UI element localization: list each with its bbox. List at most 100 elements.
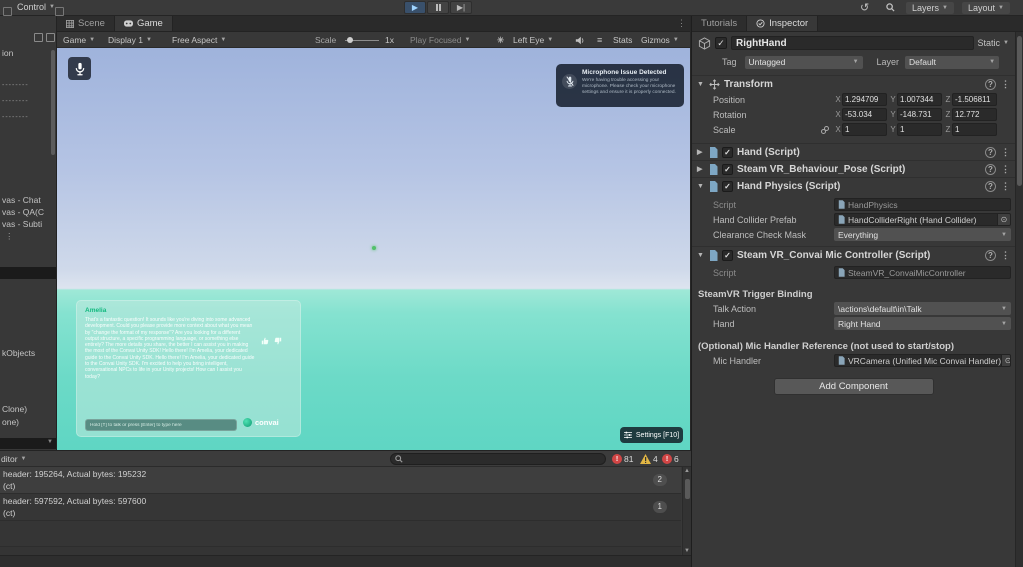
foldout-open-icon[interactable]: ▼ xyxy=(697,183,705,190)
list-item[interactable]: -------- xyxy=(2,98,29,105)
foldout-closed-icon[interactable]: ▶ xyxy=(697,148,705,156)
position-y-field[interactable]: 1.007344 xyxy=(897,93,942,106)
layout-dropdown[interactable]: Layout ▼ xyxy=(962,2,1010,14)
console-scrollbar[interactable]: ▲ ▼ xyxy=(682,467,691,555)
step-button[interactable]: ▶| xyxy=(450,1,472,14)
console-search-input[interactable] xyxy=(390,453,606,465)
active-checkbox[interactable]: ✓ xyxy=(715,37,727,49)
console-scroll-thumb[interactable] xyxy=(685,479,690,499)
mic-handler-field[interactable]: VRCamera (Unified Mic Convai Handler) ⊙ xyxy=(834,354,1011,367)
console-entry[interactable]: header: 195264, Actual bytes: 195232 (ct… xyxy=(0,467,681,494)
foldout-open-icon[interactable]: ▼ xyxy=(697,252,705,259)
settings-button[interactable]: Settings [F10] xyxy=(620,427,683,443)
inspector-scrollbar[interactable] xyxy=(1015,32,1023,567)
list-item[interactable]: one) xyxy=(2,417,19,427)
scroll-up-icon[interactable]: ▲ xyxy=(684,468,690,474)
warning-count[interactable]: 4 xyxy=(640,454,658,464)
aspect-dropdown[interactable]: Free Aspect ▼ xyxy=(172,32,226,48)
kebab-icon[interactable]: ⋮ xyxy=(1001,147,1010,158)
list-item[interactable]: vas - QA(C xyxy=(2,207,44,217)
scale-slider[interactable] xyxy=(345,32,379,48)
game-viewport[interactable]: Microphone Issue Detected We're having t… xyxy=(57,48,690,450)
kebab-icon[interactable]: ⋮ xyxy=(5,231,14,242)
pause-button[interactable] xyxy=(427,1,449,14)
kebab-icon[interactable]: ⋮ xyxy=(1001,164,1010,175)
list-item[interactable]: -------- xyxy=(2,114,29,121)
kebab-icon[interactable]: ⋮ xyxy=(1001,79,1010,90)
console-entry[interactable]: header: 597592, Actual bytes: 597600 (ct… xyxy=(0,494,681,521)
tab-tutorials[interactable]: Tutorials xyxy=(692,16,748,31)
kebab-icon[interactable]: ⋮ xyxy=(677,18,686,29)
help-icon[interactable]: ? xyxy=(985,180,996,192)
stats-button[interactable]: Stats xyxy=(613,32,632,48)
error-count[interactable]: ! 81 xyxy=(612,454,633,464)
component-checkbox[interactable]: ✓ xyxy=(722,146,733,158)
object-name-field[interactable]: RightHand xyxy=(731,36,974,50)
tab-inspector[interactable]: Inspector xyxy=(747,16,819,31)
error-paused-count[interactable]: ! 6 xyxy=(662,454,679,464)
thumbs-up-icon[interactable] xyxy=(261,337,269,345)
help-icon[interactable]: ? xyxy=(985,163,996,175)
scale-y-field[interactable]: 1 xyxy=(897,123,942,136)
display-dropdown[interactable]: Display 1 ▼ xyxy=(108,32,152,48)
scale-x-field[interactable]: 1 xyxy=(842,123,887,136)
chat-text-input[interactable] xyxy=(85,419,237,431)
position-x-field[interactable]: 1.294709 xyxy=(842,93,887,106)
static-dropdown[interactable]: Static ▼ xyxy=(978,38,1009,48)
play-button[interactable]: ▶ xyxy=(404,1,426,14)
scroll-down-icon[interactable]: ▼ xyxy=(684,548,690,554)
hierarchy-bottom-row[interactable]: ▼ xyxy=(0,438,56,449)
eye-dropdown[interactable]: Left Eye ▼ xyxy=(513,32,553,48)
scale-z-field[interactable]: 1 xyxy=(952,123,997,136)
object-picker-icon[interactable]: ⊙ xyxy=(1001,355,1010,366)
hierarchy-toolbar-icon[interactable] xyxy=(34,29,43,47)
inspector-scroll-thumb[interactable] xyxy=(1017,36,1022,186)
tab-game[interactable]: Game xyxy=(114,16,173,31)
list-item[interactable]: -------- xyxy=(2,82,29,89)
component-header-hand-physics[interactable]: ▼ ✓ Hand Physics (Script) ? ⋮ xyxy=(692,177,1015,194)
link-icon[interactable] xyxy=(820,125,830,135)
hierarchy-selected-row[interactable] xyxy=(0,267,56,279)
slider-knob[interactable] xyxy=(347,36,353,43)
list-item[interactable]: vas - Chat xyxy=(2,195,41,205)
list-item[interactable]: ion xyxy=(2,48,13,58)
transform-header[interactable]: ▼ Transform ? ⋮ xyxy=(692,75,1015,92)
list-item[interactable]: kObjects xyxy=(2,348,35,358)
list-item[interactable]: vas - Subti xyxy=(2,219,42,229)
mute-audio-icon[interactable] xyxy=(575,32,585,48)
layers-dropdown[interactable]: Layers ▼ xyxy=(906,2,954,14)
rotation-z-field[interactable]: 12.772 xyxy=(952,108,997,121)
hand-dropdown[interactable]: Right Hand ▼ xyxy=(834,317,1011,330)
position-z-field[interactable]: -1.506811 xyxy=(952,93,997,106)
control-menu[interactable]: Control ▼ xyxy=(17,2,55,12)
add-component-button[interactable]: Add Component xyxy=(773,378,934,395)
foldout-open-icon[interactable]: ▼ xyxy=(697,81,705,88)
hierarchy-scrollbar[interactable] xyxy=(51,50,55,155)
microphone-button[interactable] xyxy=(68,57,91,80)
list-item[interactable]: Clone) xyxy=(2,404,27,414)
tab-scene[interactable]: Scene xyxy=(57,16,115,31)
foldout-closed-icon[interactable]: ▶ xyxy=(697,165,705,173)
clearance-check-mask-dropdown[interactable]: Everything ▼ xyxy=(834,228,1011,241)
game-view-dropdown[interactable]: Game ▼ xyxy=(63,32,95,48)
component-checkbox[interactable]: ✓ xyxy=(722,163,733,175)
search-icon[interactable] xyxy=(886,3,895,12)
hand-collider-prefab-field[interactable]: HandColliderRight (Hand Collider) ⊙ xyxy=(834,213,1011,226)
component-header-mic-controller[interactable]: ▼ ✓ Steam VR_Convai Mic Controller (Scri… xyxy=(692,246,1015,263)
help-icon[interactable]: ? xyxy=(985,249,996,261)
tag-dropdown[interactable]: Untagged ▼ xyxy=(744,55,863,69)
rotation-x-field[interactable]: -53.034 xyxy=(842,108,887,121)
gizmos-dropdown[interactable]: Gizmos ▼ xyxy=(641,32,679,48)
rotation-y-field[interactable]: -148.731 xyxy=(897,108,942,121)
play-focused-dropdown[interactable]: Play Focused ▼ xyxy=(410,32,470,48)
object-picker-icon[interactable]: ⊙ xyxy=(997,214,1010,225)
help-icon[interactable]: ? xyxy=(985,78,996,90)
thumbs-down-icon[interactable] xyxy=(274,337,282,345)
history-icon[interactable]: ↺ xyxy=(860,1,869,14)
component-checkbox[interactable]: ✓ xyxy=(722,180,733,192)
kebab-icon[interactable]: ⋮ xyxy=(1001,250,1010,261)
asterisk-icon[interactable]: ✳ xyxy=(497,32,504,48)
hierarchy-toolbar-icon[interactable] xyxy=(46,29,55,47)
talk-action-dropdown[interactable]: \actions\default\in\Talk ▼ xyxy=(834,302,1011,315)
component-checkbox[interactable]: ✓ xyxy=(722,249,733,261)
